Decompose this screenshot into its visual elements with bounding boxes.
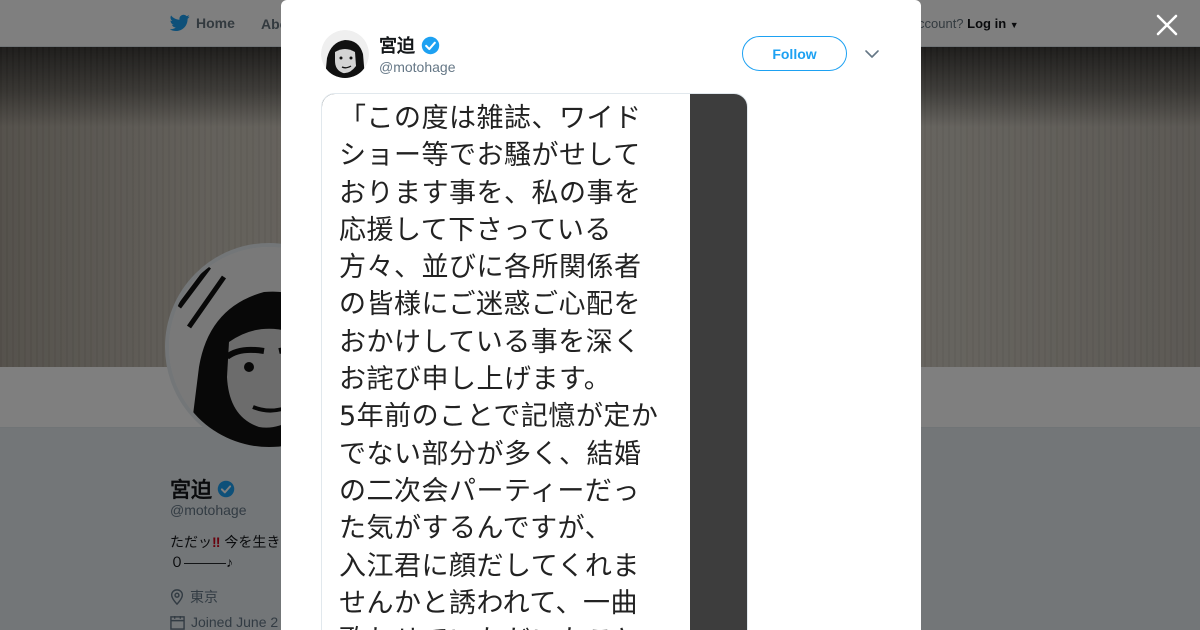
media-text-line: 入江君に顔だしてくれま xyxy=(339,550,640,582)
tweet-media-image[interactable]: 「この度は雑誌、ワイド ショー等でお騒がせして おります事を、私の事を 応援して… xyxy=(321,93,748,630)
media-text-line: おります事を、私の事を xyxy=(339,177,642,209)
tweet-modal: 宮迫 @motohage Follow 「この度は雑誌、ワイド ショー等でお騒が… xyxy=(281,0,921,630)
media-text-line: の二次会パーティーだっ xyxy=(339,475,640,507)
tweet-author-avatar[interactable] xyxy=(321,30,369,78)
media-text-line: おかけしている事を深く xyxy=(339,326,641,358)
author-name-text: 宮迫 xyxy=(379,36,415,56)
media-text-page: 「この度は雑誌、ワイド ショー等でお騒がせして おります事を、私の事を 応援して… xyxy=(322,94,690,630)
media-text-line: 歌わせていただいたこと xyxy=(339,625,642,630)
tweet-author-name[interactable]: 宮迫 xyxy=(379,32,440,58)
media-text-line: 「この度は雑誌、ワイド xyxy=(339,103,642,134)
media-text-line: せんかと誘われて、一曲 xyxy=(339,587,638,619)
media-text-line: お詫び申し上げます。 xyxy=(339,364,612,396)
media-image-text: 「この度は雑誌、ワイド ショー等でお騒がせして おります事を、私の事を 応援して… xyxy=(339,100,689,630)
media-text-line: 応援して下さっている xyxy=(339,214,612,246)
close-icon[interactable] xyxy=(1154,12,1180,38)
media-text-line: た気がするんですが、 xyxy=(339,513,613,545)
chevron-down-icon[interactable] xyxy=(864,46,880,62)
media-text-line: の皆様にご迷惑ご心配を xyxy=(339,289,641,321)
avatar-portrait-image xyxy=(321,30,369,78)
media-text-line: ショー等でお騒がせして xyxy=(339,140,641,172)
tweet-author-handle[interactable]: @motohage xyxy=(379,59,455,75)
follow-button[interactable]: Follow xyxy=(742,36,847,71)
media-text-line: 方々、並びに各所関係者 xyxy=(339,252,642,284)
verified-badge-icon xyxy=(421,36,440,54)
media-text-line: 5年前のことで記憶が定か xyxy=(339,401,659,433)
media-text-line: でない部分が多く、結婚 xyxy=(339,438,642,470)
